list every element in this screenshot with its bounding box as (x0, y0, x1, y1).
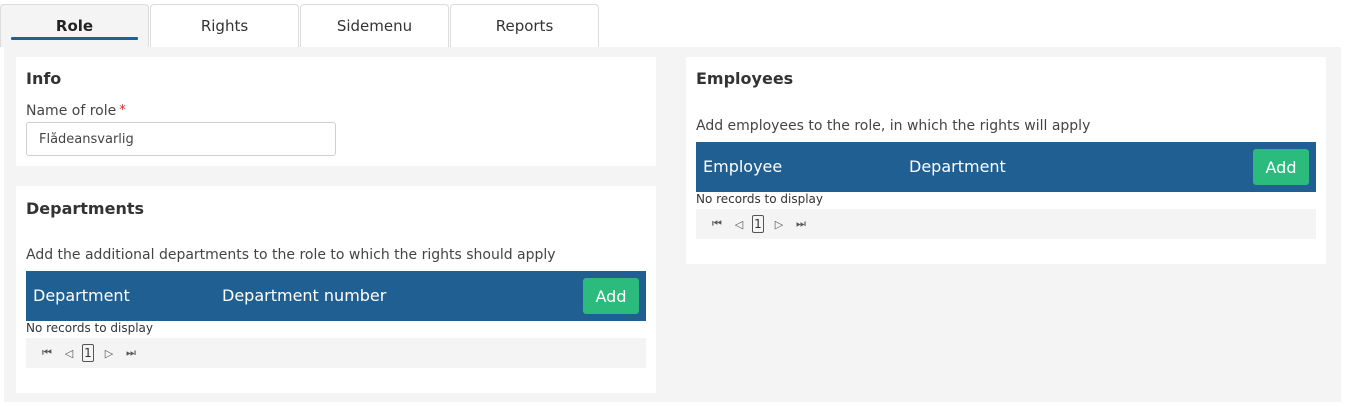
last-page-icon[interactable]: ⏭ (792, 215, 810, 233)
column-header-employee[interactable]: Employee (703, 142, 782, 192)
tab-bar: Role Rights Sidemenu Reports (0, 4, 600, 47)
next-page-icon[interactable]: ▷ (100, 344, 118, 362)
departments-description: Add the additional departments to the ro… (26, 247, 556, 263)
column-header-department[interactable]: Department (909, 142, 1006, 192)
column-header-department-number[interactable]: Department number (222, 271, 386, 321)
required-mark: * (119, 103, 126, 118)
info-panel: Info Name of role * (16, 57, 656, 166)
tab-reports[interactable]: Reports (450, 4, 599, 47)
add-employee-button[interactable]: Add (1253, 149, 1309, 185)
name-of-role-label-text: Name of role (26, 103, 117, 119)
column-header-department[interactable]: Department (33, 271, 130, 321)
employees-pager: ⏮ ◁ 1 ▷ ⏭ (696, 209, 1316, 239)
employees-description: Add employees to the role, in which the … (696, 118, 1091, 134)
page-number[interactable]: 1 (752, 215, 764, 233)
last-page-icon[interactable]: ⏭ (122, 344, 140, 362)
next-page-icon[interactable]: ▷ (770, 215, 788, 233)
employees-no-records: No records to display (696, 192, 824, 206)
tab-content: Info Name of role* Departments Add the a… (4, 47, 1341, 402)
page-number[interactable]: 1 (82, 344, 94, 362)
first-page-icon[interactable]: ⏮ (38, 344, 56, 362)
info-title: Info (26, 69, 62, 88)
prev-page-icon[interactable]: ◁ (730, 215, 748, 233)
tab-sidemenu[interactable]: Sidemenu (300, 4, 449, 47)
prev-page-icon[interactable]: ◁ (60, 344, 78, 362)
departments-grid-header: Department Department number Add (26, 271, 646, 321)
employees-title: Employees (696, 69, 794, 88)
departments-pager: ⏮ ◁ 1 ▷ ⏭ (26, 338, 646, 368)
name-of-role-input[interactable] (26, 122, 336, 156)
add-department-button[interactable]: Add (583, 278, 639, 314)
tab-role[interactable]: Role (0, 4, 149, 47)
employees-grid-header: Employee Department Add (696, 142, 1316, 192)
name-of-role-label: Name of role * (26, 103, 126, 119)
tab-rights[interactable]: Rights (150, 4, 299, 47)
departments-panel: Departments Add the additional departmen… (16, 186, 656, 393)
departments-no-records: No records to display (26, 321, 154, 335)
first-page-icon[interactable]: ⏮ (708, 215, 726, 233)
departments-title: Departments (26, 199, 145, 218)
employees-panel: Employees Add employees to the role, in … (686, 57, 1326, 264)
